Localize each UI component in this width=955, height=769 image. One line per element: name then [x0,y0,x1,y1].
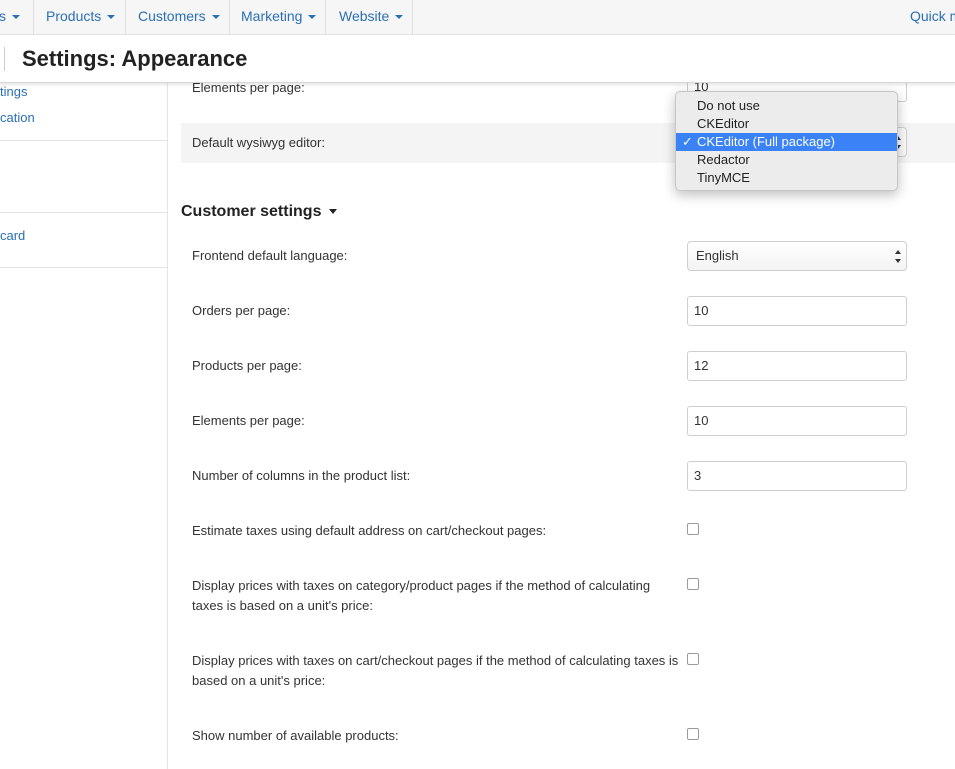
display-prices-cart-checkbox[interactable] [687,653,699,665]
show-available-products-checkbox[interactable] [687,728,699,740]
checkmark-icon: ✓ [682,134,693,149]
columns-in-product-list-input[interactable]: 3 [687,461,907,491]
sidebar-divider [0,267,167,268]
nav-divider [229,0,230,34]
dropdown-option-selected[interactable]: ✓ CKEditor (Full package) [676,133,897,151]
select-arrows-icon [895,250,901,263]
chevron-down-icon [107,15,116,20]
wysiwyg-editor-label: Default wysiwyg editor: [192,135,325,150]
show-available-products-label: Show number of available products: [192,728,399,743]
products-per-page-input[interactable]: 12 [687,351,907,381]
nav-item-label: Marketing [241,8,303,24]
nav-divider [125,0,126,34]
display-prices-category-label: Display prices with taxes on category/pr… [192,578,651,613]
wysiwyg-editor-dropdown: Do not use CKEditor ✓ CKEditor (Full pack… [675,91,898,191]
section-title-label: Customer settings [181,203,322,220]
page-title: Settings: Appearance [22,46,248,71]
select-value: English [696,248,739,263]
header-divider [0,47,5,71]
chevron-down-icon [211,15,220,20]
sidebar-link-location[interactable]: cation [0,110,35,125]
nav-item-label: Customers [138,8,206,24]
page-header: Settings: Appearance [0,35,955,83]
nav-item-marketing[interactable]: Marketing [241,0,317,34]
chevron-down-icon [329,209,338,215]
dropdown-option[interactable]: Do not use [676,97,897,115]
estimate-taxes-checkbox[interactable] [687,523,699,535]
quick-menu-link[interactable]: Quick m [910,0,955,34]
nav-divider [412,0,413,34]
frontend-language-select[interactable]: English [687,241,907,271]
dropdown-option-label: CKEditor (Full package) [697,134,835,149]
customer-settings-heading[interactable]: Customer settings [181,203,338,221]
sidebar-link-card[interactable]: card [0,228,25,243]
nav-item-products[interactable]: Products [46,0,116,34]
products-per-page-label: Products per page: [192,358,302,373]
sidebar-divider [0,212,167,213]
elements-per-page-input[interactable]: 10 [687,406,907,436]
sidebar-link-settings[interactable]: tings [0,84,27,99]
top-navigation: s Products Customers Marketing Website Q… [0,0,955,35]
nav-item-label: Products [46,8,102,24]
orders-per-page-input[interactable]: 10 [687,296,907,326]
nav-item-label: Website [339,8,390,24]
chevron-down-icon [308,15,317,20]
dropdown-option[interactable]: CKEditor [676,115,897,133]
frontend-language-label: Frontend default language: [192,248,348,263]
elements-per-page-label: Elements per page: [192,413,305,428]
nav-divider [33,0,34,34]
estimate-taxes-label: Estimate taxes using default address on … [192,523,547,538]
dropdown-option[interactable]: TinyMCE [676,169,897,187]
columns-in-product-list-label: Number of columns in the product list: [192,468,411,483]
orders-per-page-label: Orders per page: [192,303,291,318]
sidebar: tings cation card [0,83,168,769]
chevron-down-icon [12,15,20,20]
nav-item-customers[interactable]: Customers [138,0,220,34]
chevron-down-icon [395,15,404,20]
nav-item-label: s [0,8,6,24]
nav-divider [325,0,326,34]
display-prices-cart-label: Display prices with taxes on cart/checko… [192,653,679,688]
dropdown-option[interactable]: Redactor [676,151,897,169]
nav-item-website[interactable]: Website [339,0,404,34]
display-prices-category-checkbox[interactable] [687,578,699,590]
nav-item-settings[interactable]: s [0,0,20,34]
sidebar-divider [0,140,167,141]
